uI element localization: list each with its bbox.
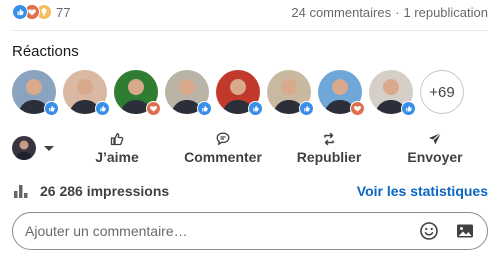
like-badge-icon bbox=[401, 101, 416, 116]
comments-reposts: 24 commentaires · 1 republication bbox=[291, 5, 488, 20]
emoji-icon[interactable] bbox=[417, 219, 441, 243]
caret-down-icon bbox=[44, 145, 54, 151]
thumbs-up-icon bbox=[110, 132, 124, 146]
act-as-selector[interactable] bbox=[12, 128, 64, 168]
send-icon bbox=[429, 132, 442, 145]
send-label: Envoyer bbox=[407, 149, 463, 165]
image-icon[interactable] bbox=[453, 219, 477, 243]
reactions-section-title: Réactions bbox=[12, 43, 79, 60]
like-label: J’aime bbox=[95, 149, 139, 165]
reactions-summary[interactable]: 77 bbox=[12, 4, 70, 20]
reactor-avatar[interactable] bbox=[63, 70, 110, 116]
reactions-count[interactable]: 77 bbox=[56, 5, 70, 20]
comment-input[interactable]: Ajouter un commentaire… bbox=[25, 223, 405, 239]
reactor-avatar[interactable] bbox=[114, 70, 161, 116]
repost-label: Republier bbox=[296, 149, 362, 165]
like-badge-icon bbox=[197, 101, 212, 116]
impressions-row: 26 286 impressions Voir les statistiques bbox=[12, 180, 488, 202]
love-badge-icon bbox=[146, 101, 161, 116]
impressions-summary: 26 286 impressions bbox=[12, 182, 169, 200]
like-badge-icon bbox=[299, 101, 314, 116]
like-badge-icon bbox=[248, 101, 263, 116]
love-badge-icon bbox=[350, 101, 365, 116]
bar-chart-icon bbox=[14, 185, 28, 198]
impressions-count: 26 286 impressions bbox=[40, 183, 170, 199]
like-button[interactable]: J’aime bbox=[64, 128, 170, 168]
send-button[interactable]: Envoyer bbox=[382, 128, 488, 168]
comment-button[interactable]: Commenter bbox=[170, 128, 276, 168]
repost-icon bbox=[324, 132, 334, 146]
comment-icon bbox=[216, 132, 230, 146]
like-badge-icon bbox=[44, 101, 59, 116]
reactor-avatar[interactable] bbox=[165, 70, 212, 116]
social-counts-row: 77 24 commentaires · 1 republication bbox=[12, 0, 488, 24]
reactor-avatar[interactable] bbox=[369, 70, 416, 116]
view-analytics-link[interactable]: Voir les statistiques bbox=[357, 183, 488, 199]
repost-button[interactable]: Republier bbox=[276, 128, 382, 168]
like-badge-icon bbox=[95, 101, 110, 116]
separator-dot: · bbox=[395, 4, 400, 20]
more-reactors-button[interactable]: +69 bbox=[420, 70, 464, 114]
comments-count-link[interactable]: 24 commentaires bbox=[291, 5, 391, 20]
current-user-avatar bbox=[12, 136, 36, 160]
divider bbox=[12, 30, 488, 31]
comment-input-box[interactable]: Ajouter un commentaire… bbox=[12, 212, 488, 250]
reactor-avatar[interactable] bbox=[12, 70, 59, 116]
reposts-count-link[interactable]: 1 republication bbox=[403, 5, 488, 20]
comment-label: Commenter bbox=[184, 149, 262, 165]
reactor-avatar[interactable] bbox=[267, 70, 314, 116]
reactor-avatar[interactable] bbox=[318, 70, 365, 116]
like-reaction-icon bbox=[12, 4, 28, 20]
reactor-avatars-list: +69 bbox=[12, 70, 464, 116]
reactor-avatar[interactable] bbox=[216, 70, 263, 116]
action-bar: J’aime Commenter Republier Envoyer bbox=[12, 128, 488, 168]
